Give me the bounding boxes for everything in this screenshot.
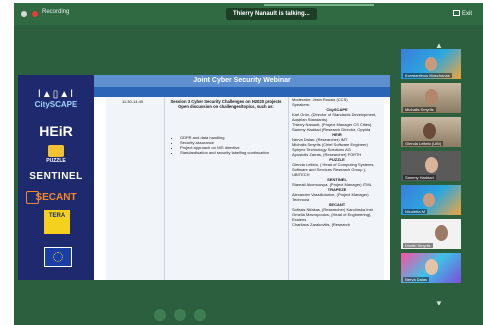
meeting-window: Recording Thierry Nanault is talking... … <box>14 3 483 325</box>
shared-screen: Ⅰ▲▯▲Ⅰ CitySCAPE HEiR PUZZLE SENTINEL SEC… <box>18 75 390 280</box>
participant-video <box>425 57 437 71</box>
participant-video <box>435 225 448 241</box>
top-bar: Recording Thierry Nanault is talking... … <box>14 3 483 25</box>
participant-name: Nicoletta M <box>403 209 428 214</box>
cityscape-logo: CitySCAPE <box>34 100 78 109</box>
participant-tile[interactable]: Nerva Dalas <box>401 253 461 283</box>
cityscape-logo-mark: Ⅰ▲▯▲Ⅰ <box>37 89 75 100</box>
agenda-speakers-column: Moderator: Jesin Rouaiz (CCS) Speakers: … <box>290 97 382 280</box>
fullscreen-icon <box>453 10 460 17</box>
slide-title-band <box>94 87 390 97</box>
meeting-controls <box>14 305 483 325</box>
puzzle-icon <box>48 145 64 157</box>
partner-logos: Ⅰ▲▯▲Ⅰ CitySCAPE HEiR PUZZLE SENTINEL SEC… <box>18 75 94 280</box>
session-title: Session 3 Cyber Security Challenges on H… <box>170 99 282 109</box>
camera-button[interactable] <box>174 309 186 321</box>
heir-logo: HEiR <box>39 123 73 139</box>
session-topics: GDPR and data handling Security assuranc… <box>174 135 290 155</box>
speaker-indicator-bar <box>264 4 374 6</box>
speaker-line: Alexander Vassiliotorice, (Project Manag… <box>292 192 369 202</box>
recording-icon <box>32 11 38 17</box>
eu-stars-icon <box>53 252 63 262</box>
tera-logo: TERA <box>44 210 70 234</box>
participant-tile[interactable]: Konstantinos Moschonas <box>401 49 461 79</box>
participant-video <box>423 123 436 139</box>
slide-title: Joint Cyber Security Webinar <box>94 75 390 87</box>
exit-fullscreen-button[interactable]: Exit <box>453 9 475 19</box>
participant-name: Konstantinos Moschonas <box>403 73 452 78</box>
participant-tile[interactable]: Dimitri Smyrlis <box>401 219 461 249</box>
participant-tile[interactable]: Sammy Haddad <box>401 151 461 181</box>
speaker-line: Ornella Mavropoulos, (Head of Engineerin… <box>292 212 372 222</box>
recording-label: Recording <box>42 9 70 15</box>
participant-name: Glenda Leitelo (UBI) <box>403 141 444 146</box>
speaker-line: Glenda Leitelo, ( Head of Computing Syst… <box>292 162 375 177</box>
puzzle-logo: PUZZLE <box>46 158 66 164</box>
participant-name: Dimitri Smyrlis <box>403 243 433 248</box>
participant-tile[interactable]: Glenda Leitelo (UBI) <box>401 117 461 147</box>
sentinel-logo: SENTINEL <box>29 171 83 182</box>
agenda-table: 11:30-14:45 Session 3 Cyber Security Cha… <box>106 97 384 280</box>
speaker-line: Karl Grün, (Director of Standards Develo… <box>292 112 377 122</box>
participant-tile[interactable]: Michalis Smyrlis <box>401 83 461 113</box>
share-button[interactable] <box>194 309 206 321</box>
speaker-line: Michalis Smyrlis (Chief Software Enginee… <box>292 142 368 152</box>
agenda-time-column: 11:30-14:45 <box>106 97 165 280</box>
participant-video <box>425 259 438 275</box>
active-speaker-banner: Thierry Nanault is talking... <box>226 8 317 20</box>
eu-flag-icon <box>44 247 72 267</box>
speaker-line: Charilaos Zarakovitis, (Research <box>292 222 351 227</box>
secant-logo: SECANT <box>35 192 77 203</box>
participant-name: Sammy Haddad <box>403 175 436 180</box>
microphone-button[interactable] <box>154 309 166 321</box>
participant-tile[interactable]: Nicoletta M <box>401 185 461 215</box>
participant-video <box>425 89 438 105</box>
agenda-session-column: Session 3 Cyber Security Challenges on H… <box>164 97 289 280</box>
participant-video <box>423 193 435 207</box>
exit-label: Exit <box>462 11 473 17</box>
session-time: 11:30-14:45 <box>122 99 144 104</box>
participant-name: Michalis Smyrlis <box>403 107 436 112</box>
participant-name: Nerva Dalas <box>403 277 430 282</box>
options-icon[interactable] <box>21 11 27 17</box>
participant-video <box>425 157 438 173</box>
topic-item: Standardisation and security labelling c… <box>180 150 290 155</box>
